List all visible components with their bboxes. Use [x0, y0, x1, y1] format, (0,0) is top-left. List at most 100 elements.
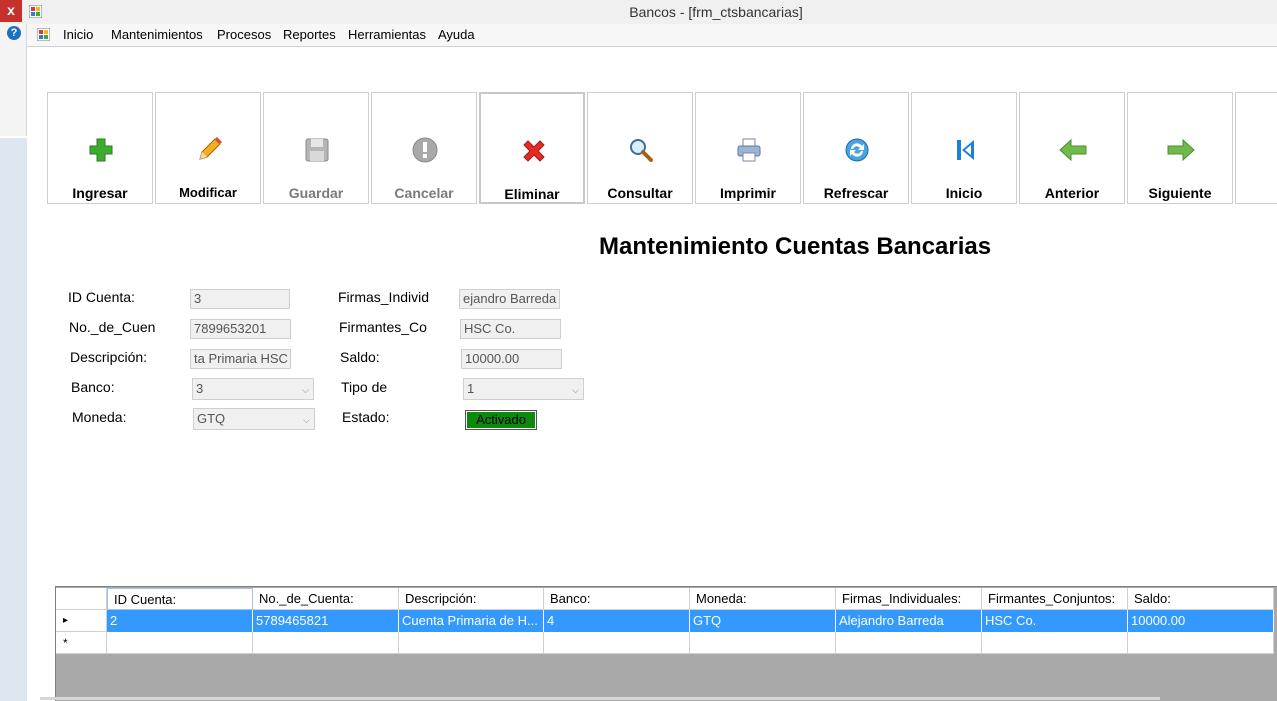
siguiente-button[interactable]: Siguiente: [1127, 92, 1233, 204]
siguiente-label: Siguiente: [1148, 185, 1212, 201]
firmantes-field[interactable]: HSC Co.: [460, 319, 561, 339]
column-header-firmantes[interactable]: Firmantes_Conjuntos:: [982, 588, 1128, 610]
saldo-label: Saldo:: [340, 349, 380, 365]
new-row-cell[interactable]: [690, 632, 836, 654]
chevron-down-icon: ⌵: [302, 385, 309, 395]
cancelar-label: Cancelar: [394, 185, 454, 201]
grid-corner-header[interactable]: [56, 588, 107, 610]
left-panel-bottom: [0, 138, 27, 701]
refrescar-button[interactable]: Refrescar: [803, 92, 909, 204]
column-header-no-cuenta[interactable]: No._de_Cuenta:: [253, 588, 399, 610]
pencil-icon: [199, 137, 222, 160]
table-cell[interactable]: 4: [544, 610, 690, 632]
refrescar-label: Refrescar: [823, 185, 889, 201]
menu-ayuda[interactable]: Ayuda: [438, 27, 475, 42]
banco-select[interactable]: 3 ⌵: [192, 378, 314, 400]
firmas-field[interactable]: ejandro Barreda: [459, 289, 560, 309]
estado-label: Estado:: [342, 409, 390, 425]
menu-procesos[interactable]: Procesos: [217, 27, 271, 42]
tipo-label: Tipo de: [341, 379, 388, 395]
guardar-label: Guardar: [288, 185, 344, 201]
refresh-icon: [845, 138, 869, 162]
row-header-new[interactable]: *: [56, 632, 107, 654]
inicio-label: Inicio: [945, 185, 983, 201]
help-icon[interactable]: ?: [7, 26, 21, 40]
tipo-select[interactable]: 1 ⌵: [463, 378, 584, 400]
estado-status-button[interactable]: Activado: [465, 410, 537, 430]
printer-icon: [737, 138, 761, 162]
no-cuenta-field[interactable]: 7899653201: [190, 319, 291, 339]
table-cell[interactable]: 5789465821: [253, 610, 399, 632]
consultar-button[interactable]: Consultar: [587, 92, 693, 204]
horizontal-scrollbar[interactable]: [40, 697, 1160, 700]
imprimir-label: Imprimir: [719, 185, 776, 201]
menu-bar: [27, 24, 1277, 47]
table-cell[interactable]: 10000.00: [1128, 610, 1274, 632]
column-header-descripcion[interactable]: Descripción:: [399, 588, 544, 610]
chevron-down-icon: ⌵: [303, 415, 310, 425]
magnifier-icon: [630, 139, 653, 162]
eliminar-button[interactable]: Eliminar: [479, 92, 585, 204]
new-row-cell[interactable]: [836, 632, 982, 654]
cancelar-button[interactable]: Cancelar: [371, 92, 477, 204]
column-header-id-cuenta[interactable]: ID Cuenta:: [107, 588, 253, 610]
eliminar-label: Eliminar: [504, 186, 560, 202]
new-row-cell[interactable]: [544, 632, 690, 654]
chevron-down-icon: ⌵: [572, 385, 579, 395]
guardar-button[interactable]: Guardar: [263, 92, 369, 204]
imprimir-button[interactable]: Imprimir: [695, 92, 801, 204]
new-row-cell[interactable]: [399, 632, 544, 654]
content-divider: [27, 46, 1277, 47]
floppy-icon: [305, 138, 329, 162]
firmantes-label: Firmantes_Co: [339, 319, 427, 335]
menu-reportes[interactable]: Reportes: [283, 27, 336, 42]
column-header-banco[interactable]: Banco:: [544, 588, 690, 610]
table-cell[interactable]: Cuenta Primaria de H...: [399, 610, 544, 632]
id-cuenta-label: ID Cuenta:: [68, 289, 135, 305]
red-x-icon: [523, 140, 545, 162]
plus-icon: [89, 138, 113, 162]
ingresar-label: Ingresar: [72, 185, 128, 201]
table-cell[interactable]: GTQ: [690, 610, 836, 632]
modificar-button[interactable]: Modificar: [155, 92, 261, 204]
moneda-select[interactable]: GTQ ⌵: [193, 408, 315, 430]
new-row-cell[interactable]: [253, 632, 399, 654]
anterior-button[interactable]: Anterior: [1019, 92, 1125, 204]
new-row-cell[interactable]: [982, 632, 1128, 654]
ingresar-button[interactable]: Ingresar: [47, 92, 153, 204]
menu-inicio[interactable]: Inicio: [63, 27, 93, 42]
consultar-label: Consultar: [607, 185, 673, 201]
column-header-firmas[interactable]: Firmas_Individuales:: [836, 588, 982, 610]
page-title: Mantenimiento Cuentas Bancarias: [599, 233, 992, 260]
menu-mantenimientos[interactable]: Mantenimientos: [111, 27, 203, 42]
descripcion-field[interactable]: ta Primaria HSC: [190, 349, 291, 369]
row-header-selected[interactable]: ▸: [56, 610, 107, 632]
table-cell[interactable]: Alejandro Barreda: [836, 610, 982, 632]
column-header-saldo[interactable]: Saldo:: [1128, 588, 1274, 610]
toolbar-overflow-button[interactable]: [1235, 92, 1277, 204]
modificar-label: Modificar: [179, 185, 237, 200]
tipo-value: 1: [467, 381, 475, 396]
firmas-label: Firmas_Individ: [338, 289, 430, 305]
table-cell[interactable]: HSC Co.: [982, 610, 1128, 632]
moneda-label: Moneda:: [72, 409, 127, 425]
table-cell[interactable]: 2: [107, 610, 253, 632]
saldo-field[interactable]: 10000.00: [461, 349, 562, 369]
mdi-child-icon[interactable]: [37, 28, 50, 41]
column-header-moneda[interactable]: Moneda:: [690, 588, 836, 610]
id-cuenta-field[interactable]: 3: [190, 289, 290, 309]
new-row-cell[interactable]: [107, 632, 253, 654]
moneda-value: GTQ: [197, 411, 226, 426]
window-title: Bancos - [frm_ctsbancarias]: [629, 4, 803, 20]
no-cuenta-label: No._de_Cuen: [69, 319, 156, 335]
menu-herramientas[interactable]: Herramientas: [348, 27, 426, 42]
exclamation-icon: [412, 137, 438, 163]
arrow-right-icon: [1167, 138, 1195, 162]
banco-value: 3: [196, 381, 204, 396]
left-panel-top: [0, 24, 27, 136]
inicio-button[interactable]: Inicio: [911, 92, 1017, 204]
banco-label: Banco:: [71, 379, 115, 395]
first-record-icon: [957, 140, 974, 160]
descripcion-label: Descripción:: [70, 349, 148, 365]
new-row-cell[interactable]: [1128, 632, 1274, 654]
